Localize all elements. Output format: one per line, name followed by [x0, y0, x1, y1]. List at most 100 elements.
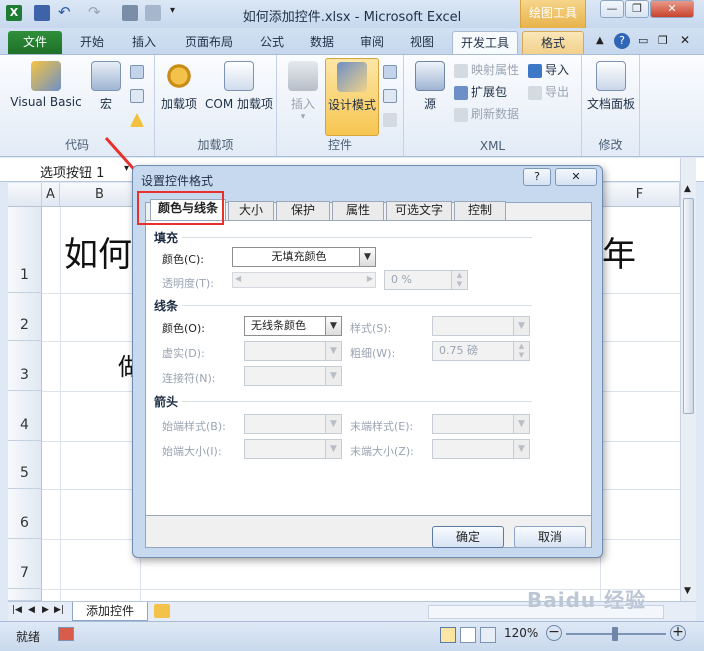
- tab-format[interactable]: 格式: [522, 31, 584, 55]
- tab-page-layout[interactable]: 页面布局: [176, 31, 242, 55]
- end-size-select[interactable]: ▼: [432, 439, 530, 459]
- macro-record-icon[interactable]: [58, 627, 74, 641]
- run-dialog-icon[interactable]: [383, 113, 397, 127]
- row-header-4[interactable]: 4: [8, 391, 42, 441]
- zoom-level[interactable]: 120%: [504, 626, 538, 640]
- first-sheet-icon[interactable]: |◀: [12, 605, 22, 615]
- insert-sheet-icon[interactable]: [154, 604, 170, 618]
- tab-file[interactable]: 文件: [8, 31, 62, 55]
- ok-button[interactable]: 确定: [432, 526, 504, 548]
- row-header-3[interactable]: 3: [8, 341, 42, 391]
- chevron-down-icon: ▼: [513, 317, 529, 335]
- row-header-6[interactable]: 6: [8, 489, 42, 539]
- page-break-view-icon[interactable]: [480, 627, 496, 643]
- restore-button[interactable]: ❐: [625, 0, 649, 18]
- vertical-scrollbar[interactable]: ▲ ▼: [680, 158, 696, 601]
- row-header-7[interactable]: 7: [8, 539, 42, 589]
- collapse-ribbon-icon[interactable]: ▲: [596, 35, 604, 46]
- insert-control-button[interactable]: 插入 ▾: [283, 61, 323, 122]
- row-header-2[interactable]: 2: [8, 293, 42, 341]
- line-style-select[interactable]: ▼: [432, 316, 530, 336]
- row-header-8[interactable]: [8, 589, 42, 601]
- tab-data[interactable]: 数据: [302, 31, 342, 55]
- tab-size[interactable]: 大小: [228, 201, 274, 220]
- row-header-1[interactable]: 1: [8, 207, 42, 293]
- relative-reference-icon[interactable]: [130, 89, 144, 103]
- dashed-select[interactable]: ▼: [244, 341, 342, 361]
- transparency-input[interactable]: 0 % ▲ ▼: [384, 270, 468, 290]
- source-button[interactable]: 源: [410, 61, 450, 112]
- slider-left-icon: ◀: [235, 274, 242, 283]
- com-addins-label: COM 加载项: [205, 97, 273, 111]
- properties-icon[interactable]: [383, 65, 397, 79]
- visual-basic-button[interactable]: Visual Basic: [6, 61, 86, 109]
- normal-view-icon[interactable]: [440, 627, 456, 643]
- refresh-data-label: 刷新数据: [471, 107, 520, 121]
- refresh-data-button[interactable]: 刷新数据: [454, 105, 519, 122]
- macro-button[interactable]: 宏: [88, 61, 124, 112]
- design-mode-icon: [337, 62, 367, 92]
- help-icon[interactable]: ?: [614, 33, 630, 49]
- zoom-slider-thumb[interactable]: [612, 627, 618, 641]
- design-mode-label: 设计模式: [327, 98, 376, 112]
- begin-size-select[interactable]: ▼: [244, 439, 342, 459]
- close-window-button[interactable]: ✕: [650, 0, 694, 18]
- export-button[interactable]: 导出: [528, 83, 569, 100]
- expansion-pack-button[interactable]: 扩展包: [454, 83, 507, 100]
- last-sheet-icon[interactable]: ▶|: [54, 605, 64, 615]
- tab-review[interactable]: 审阅: [352, 31, 392, 55]
- line-color-select[interactable]: 无线条颜色 ▼: [244, 316, 342, 336]
- row-header-5[interactable]: 5: [8, 441, 42, 489]
- macro-security-icon[interactable]: [130, 113, 144, 127]
- doc-restore-icon[interactable]: ❐: [658, 34, 668, 47]
- tab-protection[interactable]: 保护: [276, 201, 330, 220]
- begin-style-select[interactable]: ▼: [244, 414, 342, 434]
- tab-formulas[interactable]: 公式: [252, 31, 292, 55]
- column-header-f[interactable]: F: [600, 183, 680, 207]
- cell-b1-text: 如何: [64, 235, 132, 275]
- fill-color-select[interactable]: 无填充颜色 ▼: [232, 247, 376, 267]
- connector-select[interactable]: ▼: [244, 366, 342, 386]
- page-layout-view-icon[interactable]: [460, 627, 476, 643]
- tab-home[interactable]: 开始: [72, 31, 112, 55]
- sheet-tab-active[interactable]: 添加控件: [72, 602, 148, 621]
- document-panel-button[interactable]: 文档面板: [584, 61, 638, 112]
- dialog-help-button[interactable]: ?: [523, 168, 551, 186]
- doc-close-icon[interactable]: ✕: [680, 33, 690, 47]
- tab-alt-text[interactable]: 可选文字: [386, 201, 452, 220]
- minimize-button[interactable]: —: [600, 0, 624, 18]
- design-mode-button[interactable]: 设计模式: [325, 58, 379, 136]
- select-all-corner[interactable]: [8, 183, 42, 207]
- end-style-select[interactable]: ▼: [432, 414, 530, 434]
- fill-color-value: 无填充颜色: [271, 250, 327, 263]
- cancel-button[interactable]: 取消: [514, 526, 586, 548]
- record-macro-icon[interactable]: [130, 65, 144, 79]
- tab-properties[interactable]: 属性: [332, 201, 384, 220]
- com-addins-button[interactable]: COM 加载项: [203, 61, 275, 112]
- tab-insert[interactable]: 插入: [124, 31, 164, 55]
- doc-minimize-icon[interactable]: ▭: [638, 34, 648, 47]
- scroll-down-icon[interactable]: ▼: [684, 586, 691, 596]
- prev-sheet-icon[interactable]: ◀: [28, 605, 35, 615]
- tab-control[interactable]: 控制: [454, 201, 506, 220]
- name-box[interactable]: 选项按钮 1: [40, 162, 104, 181]
- map-properties-button[interactable]: 映射属性: [454, 61, 519, 78]
- dialog-close-button[interactable]: ✕: [555, 168, 597, 186]
- transparency-slider[interactable]: ◀ ▶: [232, 272, 376, 288]
- chevron-down-icon: ▼: [325, 317, 341, 335]
- import-button[interactable]: 导入: [528, 61, 569, 78]
- tab-developer[interactable]: 开发工具: [452, 31, 518, 55]
- zoom-out-icon[interactable]: −: [546, 625, 562, 641]
- spinner-icon: ▲ ▼: [451, 271, 467, 289]
- weight-input[interactable]: 0.75 磅 ▲ ▼: [432, 341, 530, 361]
- scroll-up-icon[interactable]: ▲: [684, 184, 691, 194]
- modify-group: 文档面板 修改: [582, 55, 640, 156]
- scroll-thumb[interactable]: [683, 198, 694, 414]
- chevron-down-icon: ▼: [513, 440, 529, 458]
- view-code-icon[interactable]: [383, 89, 397, 103]
- next-sheet-icon[interactable]: ▶: [42, 605, 49, 615]
- column-header-a[interactable]: A: [42, 183, 60, 207]
- tab-view[interactable]: 视图: [402, 31, 442, 55]
- zoom-in-icon[interactable]: +: [670, 625, 686, 641]
- addins-button[interactable]: 加载项: [157, 61, 201, 112]
